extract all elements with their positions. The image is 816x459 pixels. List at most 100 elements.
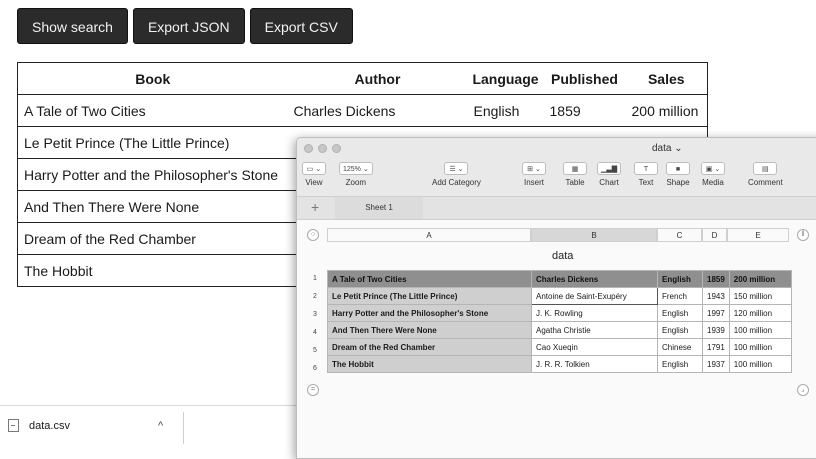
spreadsheet-cell[interactable]: English <box>657 270 703 288</box>
spreadsheet-cell[interactable]: 1943 <box>702 287 730 305</box>
download-divider <box>183 412 184 444</box>
row-number[interactable]: 3 <box>307 311 323 318</box>
table-row: Dream of the Red Chamber Cao Xueqin Chin… <box>327 338 792 356</box>
add-sheet-icon[interactable]: + <box>311 199 319 215</box>
shape-button[interactable]: ■ Shape <box>666 162 690 187</box>
spreadsheet-cell[interactable]: 1997 <box>702 304 730 322</box>
export-json-button[interactable]: Export JSON <box>132 8 245 44</box>
spreadsheet-cell[interactable]: 120 million <box>728 304 792 322</box>
spreadsheet-cell[interactable]: English <box>657 304 703 322</box>
comment-button[interactable]: ▤ Comment <box>748 162 783 187</box>
text-button[interactable]: T Text <box>634 162 658 187</box>
spreadsheet-cell[interactable]: Le Petit Prince (The Little Prince) <box>327 287 532 305</box>
spreadsheet-cell[interactable]: Harry Potter and the Philosopher's Stone <box>327 304 532 322</box>
spreadsheet-cell[interactable]: 100 million <box>728 338 792 356</box>
window-title[interactable]: data ⌄ <box>652 143 683 154</box>
tab-sheet-1[interactable]: Sheet 1 <box>335 197 423 219</box>
spreadsheet-cell[interactable]: Chinese <box>657 338 703 356</box>
header-published[interactable]: Published <box>543 62 626 95</box>
export-toolbar: Show search Export JSON Export CSV <box>17 8 358 44</box>
column-header-b[interactable]: B <box>531 228 657 242</box>
header-book[interactable]: Book <box>17 62 288 95</box>
column-header-d[interactable]: D <box>702 228 727 242</box>
spreadsheet-cell[interactable]: 200 million <box>728 270 792 288</box>
chart-icon: ▁▃▇ <box>597 162 622 175</box>
download-file-name: data.csv <box>29 419 70 432</box>
spreadsheet-cell[interactable]: Dream of the Red Chamber <box>327 338 532 356</box>
spreadsheet-cell[interactable]: The Hobbit <box>327 355 532 373</box>
spreadsheet-cell[interactable]: J. K. Rowling <box>531 304 658 322</box>
media-icon: ▣ ⌄ <box>701 162 725 175</box>
list-icon: ☰ ⌄ <box>444 162 469 175</box>
download-menu-caret-icon[interactable]: ^ <box>158 420 163 432</box>
header-author[interactable]: Author <box>287 62 468 95</box>
shape-icon: ■ <box>666 162 690 175</box>
spreadsheet-cell[interactable]: And Then There Were None <box>327 321 532 339</box>
cell-published: 1859 <box>543 94 626 127</box>
insert-icon: ⊞ ⌄ <box>522 162 546 175</box>
resize-table-handle-icon[interactable]: ⌟ <box>797 384 809 396</box>
table-header-row: Book Author Language Published Sales <box>17 62 708 95</box>
text-icon: T <box>634 162 658 175</box>
view-icon: ▭ ⌄ <box>302 162 326 175</box>
cell-book: And Then There Were None <box>17 190 288 223</box>
cell-book: Le Petit Prince (The Little Prince) <box>17 126 288 159</box>
zoom-window-icon[interactable] <box>332 144 341 153</box>
spreadsheet-cell[interactable]: 1939 <box>702 321 730 339</box>
column-header-a[interactable]: A <box>327 228 531 242</box>
spreadsheet-cell[interactable]: English <box>657 321 703 339</box>
table-row: The Hobbit J. R. R. Tolkien English 1937… <box>327 355 792 373</box>
table-title[interactable]: data <box>552 250 573 262</box>
spreadsheet-table: A Tale of Two Cities Charles Dickens Eng… <box>327 270 792 373</box>
cell-book: Dream of the Red Chamber <box>17 222 288 255</box>
spreadsheet-cell[interactable]: 100 million <box>728 321 792 339</box>
spreadsheet-cell[interactable]: 100 million <box>728 355 792 373</box>
row-number[interactable]: 2 <box>307 293 323 300</box>
spreadsheet-cell[interactable]: English <box>657 355 703 373</box>
show-search-button[interactable]: Show search <box>17 8 128 44</box>
spreadsheet-cell[interactable]: A Tale of Two Cities <box>327 270 532 288</box>
spreadsheet-cell[interactable]: 150 million <box>728 287 792 305</box>
spreadsheet-cell[interactable]: 1937 <box>702 355 730 373</box>
spreadsheet-cell[interactable]: Cao Xueqin <box>531 338 658 356</box>
spreadsheet-cell[interactable]: J. R. R. Tolkien <box>531 355 658 373</box>
row-number[interactable]: 4 <box>307 329 323 336</box>
add-row-handle-icon[interactable]: = <box>307 384 319 396</box>
add-column-handle-icon[interactable]: ‖ <box>797 229 809 241</box>
spreadsheet-cell[interactable]: French <box>657 287 703 305</box>
sheet-canvas: ○ A B C D E ‖ data 1 2 3 4 5 6 A Tale of… <box>297 220 816 458</box>
chart-button[interactable]: ▁▃▇ Chart <box>597 162 622 187</box>
spreadsheet-cell[interactable]: Agatha Christie <box>531 321 658 339</box>
selected-cell[interactable]: Antoine de Saint-Exupéry <box>531 287 658 305</box>
table-button[interactable]: ▦ Table <box>563 162 587 187</box>
insert-button[interactable]: ⊞ ⌄ Insert <box>522 162 546 187</box>
spreadsheet-cell[interactable]: 1791 <box>702 338 730 356</box>
row-number[interactable]: 1 <box>307 275 323 282</box>
column-header-e[interactable]: E <box>727 228 789 242</box>
cell-author: Charles Dickens <box>287 94 468 127</box>
header-language[interactable]: Language <box>467 62 544 95</box>
comment-icon: ▤ <box>753 162 778 175</box>
table-row: And Then There Were None Agatha Christie… <box>327 321 792 339</box>
row-number[interactable]: 6 <box>307 365 323 372</box>
download-item[interactable]: data.csv <box>8 419 70 432</box>
view-button[interactable]: ▭ ⌄ View <box>302 162 326 187</box>
spreadsheet-cell[interactable]: Charles Dickens <box>531 270 658 288</box>
export-csv-button[interactable]: Export CSV <box>249 8 353 44</box>
cell-sales: 200 million <box>625 94 708 127</box>
spreadsheet-cell[interactable]: 1859 <box>702 270 730 288</box>
numbers-window: data ⌄ ▭ ⌄ View 125% ⌄ Zoom ☰ ⌄ Add Cate… <box>296 137 816 459</box>
table-row: Le Petit Prince (The Little Prince) Anto… <box>327 287 792 305</box>
column-header-c[interactable]: C <box>657 228 702 242</box>
minimize-window-icon[interactable] <box>318 144 327 153</box>
close-window-icon[interactable] <box>304 144 313 153</box>
media-button[interactable]: ▣ ⌄ Media <box>701 162 725 187</box>
zoom-button[interactable]: 125% ⌄ Zoom <box>339 162 373 187</box>
file-icon <box>8 419 19 432</box>
add-category-button[interactable]: ☰ ⌄ Add Category <box>432 162 481 187</box>
header-sales[interactable]: Sales <box>625 62 708 95</box>
window-titlebar: data ⌄ <box>297 138 816 160</box>
table-select-handle-icon[interactable]: ○ <box>307 229 319 241</box>
cell-book: A Tale of Two Cities <box>17 94 288 127</box>
row-number[interactable]: 5 <box>307 347 323 354</box>
